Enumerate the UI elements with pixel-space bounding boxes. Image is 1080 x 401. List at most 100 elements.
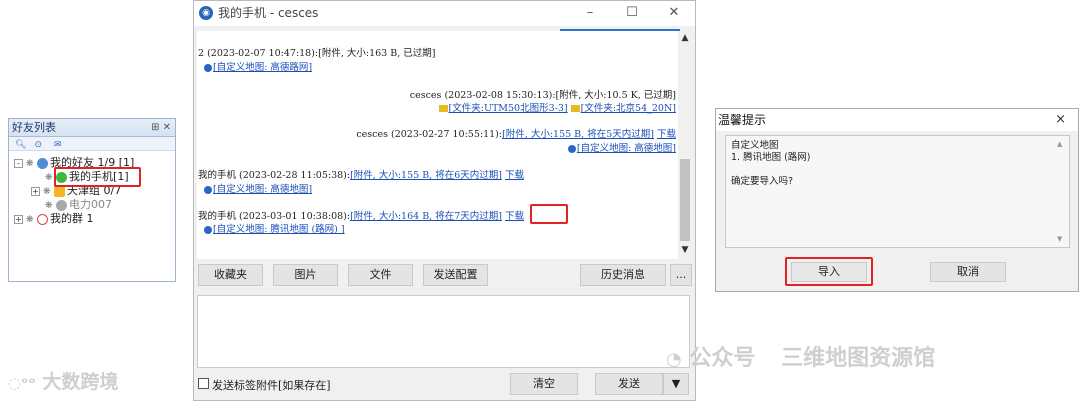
message-header: 2 (2023-02-07 10:47:18):[附件, 大小:163 B, 已… — [198, 48, 436, 59]
group-chat-icon — [37, 213, 49, 225]
group-eye-icon: ❋ — [26, 215, 34, 225]
chat-window: ◉ 我的手机 - cesces – ☐ ✕ 2 (2023-02-07 10:4… — [193, 0, 696, 401]
map-link[interactable]: [自定义地图: 腾讯地图 (路网) ] — [213, 224, 345, 235]
send-attach-label: 发送标签附件[如果存在] — [212, 379, 331, 392]
dialog-title-bar: 温馨提示 × — [716, 109, 1078, 131]
download-link[interactable]: 下载 — [505, 211, 524, 222]
tree-item-dianli007[interactable]: ❋ 电力007 — [45, 198, 112, 212]
friend-list-panel: 好友列表 ⊞ ✕ 🔍︎ ⊙ ✉ - ❋ 我的好友 1/9 [1] ❋ 我的手机[1… — [8, 118, 176, 282]
folder-icon — [570, 105, 580, 112]
cancel-button[interactable]: 取消 — [930, 262, 1006, 282]
friend-list-title-bar: 好友列表 ⊞ ✕ — [9, 119, 175, 137]
message-history[interactable]: 2 (2023-02-07 10:47:18):[附件, 大小:163 B, 已… — [197, 31, 679, 259]
history-button[interactable]: 历史消息 — [580, 264, 666, 286]
dialog-title: 温馨提示 — [718, 113, 767, 127]
maximize-button[interactable]: ☐ — [613, 1, 651, 25]
user-group-icon — [37, 157, 49, 169]
message-attachment[interactable]: [自定义地图: 腾讯地图 (路网) ] — [204, 221, 345, 235]
scroll-up-icon[interactable]: ▲ — [678, 33, 692, 43]
map-icon — [204, 225, 212, 234]
dialog-close-button[interactable]: × — [1055, 109, 1066, 131]
message-attachment[interactable]: [自定义地图: 高德路网] — [204, 59, 312, 73]
close-button[interactable]: ✕ — [655, 1, 693, 25]
group-eye-icon: ❋ — [45, 173, 53, 183]
expand-icon[interactable]: + — [14, 214, 23, 224]
group-eye-icon: ❋ — [43, 187, 51, 197]
map-icon — [204, 63, 212, 72]
highlight-box — [785, 257, 873, 286]
history-scrollbar[interactable]: ▲ ▼ — [678, 31, 692, 259]
panel-pin-close-icon[interactable]: ⊞ ✕ — [151, 119, 171, 137]
send-attach-checkbox[interactable] — [198, 378, 209, 389]
message-sender-time: cesces (2023-02-27 10:55:11): — [356, 129, 503, 140]
expand-icon[interactable]: + — [31, 186, 40, 196]
clear-button[interactable]: 清空 — [510, 373, 578, 395]
folder-icon — [438, 105, 448, 112]
minimize-button[interactable]: – — [571, 1, 609, 25]
tree-item-my-groups[interactable]: + ❋ 我的群 1 — [14, 212, 94, 226]
more-button[interactable]: ... — [670, 264, 692, 286]
scroll-up-icon[interactable]: ▲ — [1057, 138, 1062, 150]
tree-item-label: 电力007 — [69, 198, 113, 211]
friend-list-title: 好友列表 — [12, 121, 56, 134]
dialog-scrollbar[interactable]: ▲ ▼ — [1057, 138, 1067, 245]
watermark-left: ◌ᵒᵒ 大数跨境 — [8, 367, 118, 394]
download-link[interactable]: 下载 — [505, 170, 524, 181]
watermark-brand-text: 公众号 — [689, 346, 756, 371]
scroll-down-icon[interactable]: ▼ — [1057, 233, 1062, 245]
watermark-name-text: 三维地图资源馆 — [781, 346, 936, 371]
message-header: 我的手机 (2023-03-01 10:38:08):[附件, 大小:164 B… — [198, 208, 524, 222]
message-sender-time: 我的手机 (2023-02-28 11:05:38): — [198, 170, 351, 181]
watermark-left-text: 大数跨境 — [42, 371, 119, 393]
message-attachment[interactable]: [文件夹:UTM50北图形3-3] [文件夹:北京54_20N] — [438, 100, 676, 114]
folder-link[interactable]: [文件夹:UTM50北图形3-3] — [449, 103, 568, 114]
scroll-thumb[interactable] — [680, 159, 690, 241]
dialog-message-box: 自定义地图 1. 腾讯地图 (路网) 确定要导入吗? ▲ ▼ — [725, 135, 1070, 248]
wechat-icon: ◔ — [666, 349, 682, 370]
chat-window-title: 我的手机 - cesces — [218, 6, 319, 20]
search-icon[interactable]: 🔍︎ — [15, 140, 29, 150]
message-attachment[interactable]: [自定义地图: 高德地图] — [567, 140, 676, 154]
folder-group-icon — [54, 185, 66, 197]
attachment-link[interactable]: [附件, 大小:164 B, 将在7天内过期] — [350, 211, 502, 222]
message-attachment[interactable]: [自定义地图: 高德地图] — [204, 181, 312, 195]
map-link[interactable]: [自定义地图: 高德地图] — [577, 143, 676, 154]
scroll-down-icon[interactable]: ▼ — [678, 245, 692, 255]
collapse-icon[interactable]: - — [14, 158, 23, 168]
file-button[interactable]: 文件 — [348, 264, 413, 286]
message-header: cesces (2023-02-08 15:30:13):[附件, 大小:10.… — [409, 90, 676, 101]
send-dropdown-button[interactable]: ▼ — [663, 373, 689, 395]
attachment-link[interactable]: [附件, 大小:155 B, 将在6天内过期] — [350, 170, 502, 181]
map-link[interactable]: [自定义地图: 高德路网] — [213, 62, 312, 73]
dialog-message-line: 自定义地图 — [731, 140, 779, 151]
watermark-right: ◔ 公众号 三维地图资源馆 — [666, 340, 935, 372]
message-header: cesces (2023-02-27 10:55:11):[附件, 大小:155… — [356, 126, 676, 140]
map-icon — [204, 185, 212, 194]
highlight-box — [530, 204, 568, 224]
map-icon — [567, 144, 576, 153]
attachment-link[interactable]: [附件, 大小:155 B, 将在5天内过期] — [502, 129, 654, 140]
tree-item-label: 我的群 1 — [50, 212, 94, 225]
group-eye-icon: ❋ — [45, 201, 53, 211]
chat-title-bar: ◉ 我的手机 - cesces – ☐ ✕ — [194, 1, 695, 26]
message-input[interactable] — [197, 295, 690, 368]
confirm-dialog: 温馨提示 × 自定义地图 1. 腾讯地图 (路网) 确定要导入吗? ▲ ▼ 导入… — [715, 108, 1079, 292]
folder-link[interactable]: [文件夹:北京54_20N] — [581, 103, 676, 114]
mail-icon[interactable]: ✉ — [54, 140, 68, 150]
send-button[interactable]: 发送 — [595, 373, 663, 395]
app-logo-icon: ◉ — [199, 6, 213, 20]
dialog-message-line — [731, 164, 1064, 176]
user-offline-icon — [56, 199, 68, 211]
highlight-box — [54, 167, 141, 187]
send-config-button[interactable]: 发送配置 — [423, 264, 488, 286]
download-link[interactable]: 下载 — [657, 129, 676, 140]
watermark-logo-icon: ◌ᵒᵒ — [8, 374, 36, 392]
dialog-message-line: 确定要导入吗? — [731, 176, 794, 187]
dialog-message-line: 1. 腾讯地图 (路网) — [731, 152, 811, 163]
map-link[interactable]: [自定义地图: 高德地图] — [213, 184, 312, 195]
refresh-icon[interactable]: ⊙ — [35, 140, 49, 150]
favorites-button[interactable]: 收藏夹 — [198, 264, 263, 286]
friend-list-toolbar: 🔍︎ ⊙ ✉ — [9, 137, 175, 151]
message-header: 我的手机 (2023-02-28 11:05:38):[附件, 大小:155 B… — [198, 167, 524, 181]
picture-button[interactable]: 图片 — [273, 264, 338, 286]
